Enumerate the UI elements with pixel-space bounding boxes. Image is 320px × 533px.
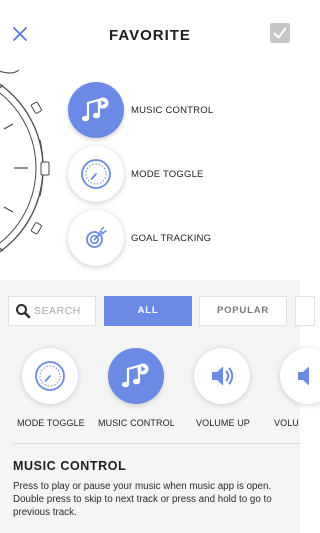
search-input[interactable] xyxy=(34,297,94,325)
function-item-volume-up[interactable] xyxy=(192,348,252,428)
speaker-volume-icon xyxy=(212,366,234,386)
page-title: FAVORITE xyxy=(109,27,191,44)
function-icon-circle xyxy=(280,348,320,404)
watch-slot-mode-toggle[interactable] xyxy=(68,146,124,202)
function-label: MODE TOGGLE xyxy=(17,418,85,428)
filter-tab-popular[interactable]: POPULAR xyxy=(199,296,287,326)
music-note-play-icon xyxy=(81,97,109,122)
dial-gauge-icon xyxy=(81,159,111,189)
watch-preview: MUSIC CONTROL MODE TOGGLE GOAL TRACKING xyxy=(0,70,300,280)
watch-slot-label: GOAL TRACKING xyxy=(131,233,212,244)
function-item-volume-partial[interactable] xyxy=(278,348,320,428)
search-icon xyxy=(16,304,31,319)
watch-slot-label: MUSIC CONTROL xyxy=(131,105,214,116)
function-detail-title: MUSIC CONTROL xyxy=(13,459,127,473)
function-icon-circle xyxy=(108,348,164,404)
function-item-music-control[interactable] xyxy=(106,348,166,428)
function-icon-circle xyxy=(194,348,250,404)
function-icon-circle xyxy=(22,348,78,404)
function-label: VOLU xyxy=(274,418,299,428)
divider xyxy=(13,443,300,444)
function-label: VOLUME UP xyxy=(196,418,250,428)
filter-tab-more[interactable] xyxy=(295,296,315,326)
target-arrow-icon xyxy=(86,226,107,248)
checkmark-icon xyxy=(273,27,287,39)
dial-gauge-icon xyxy=(35,361,65,391)
function-item-mode-toggle[interactable] xyxy=(20,348,80,428)
watch-slot-music-control[interactable] xyxy=(68,82,124,138)
watch-slot-label: MODE TOGGLE xyxy=(131,169,204,180)
filter-tab-all[interactable]: ALL xyxy=(104,296,192,326)
function-detail-description: Press to play or pause your music when m… xyxy=(13,481,272,519)
function-picker-panel: ALL POPULAR MODE TOGGLE MUSIC CONTROL xyxy=(0,280,320,533)
music-note-play-icon xyxy=(121,363,149,388)
confirm-button[interactable] xyxy=(270,23,290,43)
header: FAVORITE xyxy=(0,0,300,70)
search-box[interactable] xyxy=(8,296,96,326)
function-label: MUSIC CONTROL xyxy=(98,418,175,428)
speaker-volume-icon xyxy=(298,366,309,386)
watch-slot-goal-tracking[interactable] xyxy=(68,210,124,266)
